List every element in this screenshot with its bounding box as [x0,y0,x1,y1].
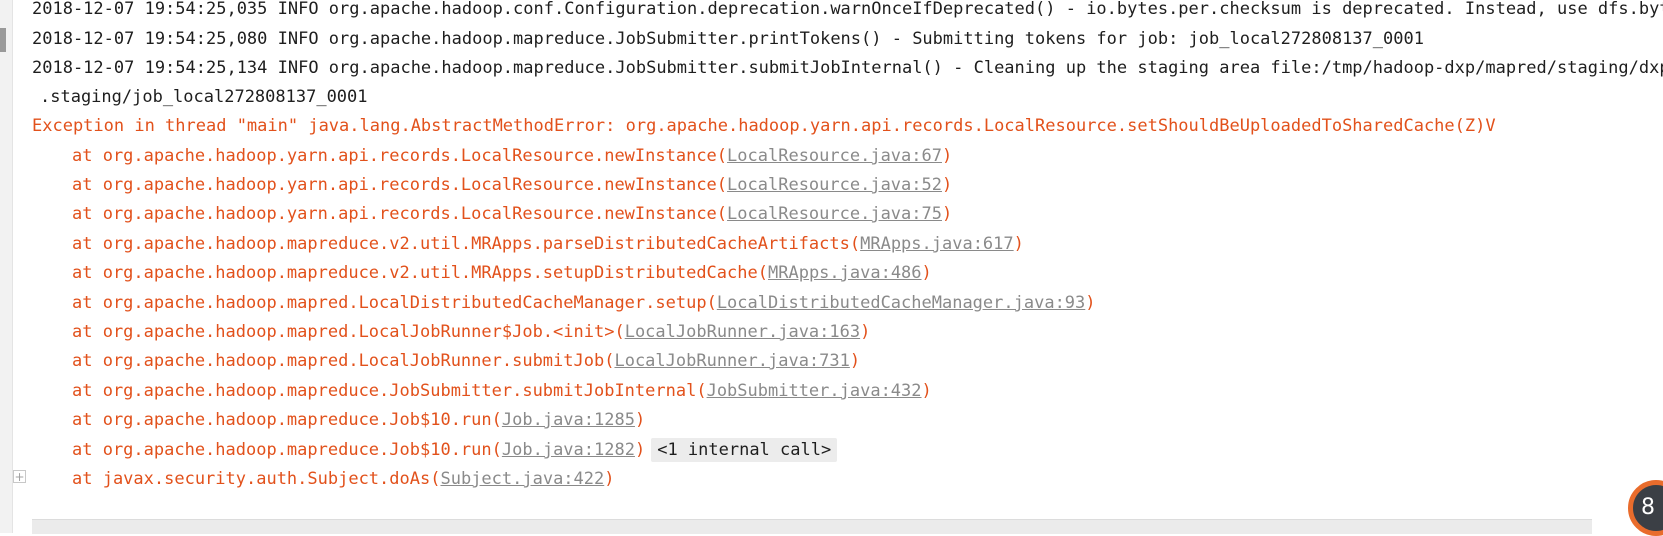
source-link[interactable]: Job.java:1285 [502,410,635,430]
stack-method: at javax.security.auth.Subject.doAs [72,469,431,489]
open-paren: ( [716,175,728,195]
close-paren: ) [1013,234,1024,254]
stack-frame: at javax.security.auth.Subject.doAs(Subj… [72,464,615,495]
stack-frame: at org.apache.hadoop.yarn.api.records.Lo… [72,170,952,201]
open-paren: ( [696,381,707,401]
source-link[interactable]: LocalResource.java:52 [727,175,942,195]
stack-frame: at org.apache.hadoop.mapreduce.Job$10.ru… [72,435,838,466]
stack-frame: at org.apache.hadoop.mapreduce.Job$10.ru… [72,405,645,436]
console-output: 2018-12-07 19:54:25,035 INFO org.apache.… [32,0,1663,533]
close-paren: ) [604,469,615,489]
stack-method: at org.apache.hadoop.yarn.api.records.Lo… [72,146,717,166]
stack-method: at org.apache.hadoop.mapreduce.Job$10.ru… [72,410,492,430]
open-paren: ( [491,440,502,460]
open-paren: ( [604,351,615,371]
log-line: 2018-12-07 19:54:25,035 INFO org.apache.… [32,0,1663,19]
stack-method: at org.apache.hadoop.mapreduce.Job$10.ru… [72,440,492,460]
close-paren: ) [860,322,871,342]
stack-frame: at org.apache.hadoop.yarn.api.records.Lo… [72,141,952,172]
source-link[interactable]: MRApps.java:617 [860,234,1014,254]
open-paren: ( [706,293,717,313]
stack-frame: at org.apache.hadoop.mapreduce.v2.util.M… [72,258,932,289]
gutter-marker [0,28,6,52]
open-paren: ( [491,410,502,430]
close-paren: ) [1085,293,1096,313]
stack-frame: at org.apache.hadoop.mapred.LocalDistrib… [72,288,1096,319]
close-paren: ) [941,204,953,224]
stack-frame: at org.apache.hadoop.mapred.LocalJobRunn… [72,317,870,348]
source-link[interactable]: MRApps.java:486 [768,263,922,283]
stack-method: at org.apache.hadoop.mapreduce.v2.util.M… [72,263,758,283]
open-paren: ( [614,322,625,342]
log-line: 2018-12-07 19:54:25,134 INFO org.apache.… [32,58,1663,78]
stack-method: at org.apache.hadoop.mapreduce.JobSubmit… [72,381,697,401]
close-paren: ) [941,146,953,166]
source-link[interactable]: Subject.java:422 [440,469,604,489]
stack-method: at org.apache.hadoop.mapred.LocalJobRunn… [72,322,615,342]
source-link[interactable]: LocalJobRunner.java:163 [625,322,860,342]
stack-method: at org.apache.hadoop.mapreduce.v2.util.M… [72,234,850,254]
open-paren: ( [849,234,861,254]
source-link[interactable]: LocalDistributedCacheManager.java:93 [717,293,1085,313]
source-link[interactable]: LocalResource.java:75 [727,204,942,224]
stack-method: at org.apache.hadoop.mapred.LocalDistrib… [72,293,707,313]
expand-icon[interactable]: + [13,470,26,484]
internal-calls-toggle[interactable]: <1 internal call> [651,438,838,462]
close-paren: ) [634,410,646,430]
stack-frame: at org.apache.hadoop.mapred.LocalJobRunn… [72,346,860,377]
stack-method: at org.apache.hadoop.yarn.api.records.Lo… [72,204,717,224]
log-line: .staging/job_local272808137_0001 [40,87,368,107]
console-gutter [0,0,13,533]
source-link[interactable]: Job.java:1282 [502,440,635,460]
horizontal-scrollbar[interactable] [32,519,1592,534]
open-paren: ( [716,204,728,224]
close-paren: ) [941,175,953,195]
exception-line: Exception in thread "main" java.lang.Abs… [32,116,1496,136]
source-link[interactable]: LocalJobRunner.java:731 [614,351,849,371]
open-paren: ( [430,469,441,489]
log-line: 2018-12-07 19:54:25,080 INFO org.apache.… [32,29,1424,49]
stack-frame: at org.apache.hadoop.mapreduce.JobSubmit… [72,376,932,407]
stack-frame: at org.apache.hadoop.mapreduce.v2.util.M… [72,229,1024,260]
open-paren: ( [757,263,768,283]
close-paren: ) [921,263,932,283]
stack-method: at org.apache.hadoop.yarn.api.records.Lo… [72,175,717,195]
stack-frame: at org.apache.hadoop.yarn.api.records.Lo… [72,199,952,230]
open-paren: ( [716,146,728,166]
source-link[interactable]: JobSubmitter.java:432 [707,381,922,401]
close-paren: ) [921,381,932,401]
close-paren: ) [634,440,646,460]
source-link[interactable]: LocalResource.java:67 [727,146,942,166]
close-paren: ) [849,351,861,371]
stack-method: at org.apache.hadoop.mapred.LocalJobRunn… [72,351,605,371]
